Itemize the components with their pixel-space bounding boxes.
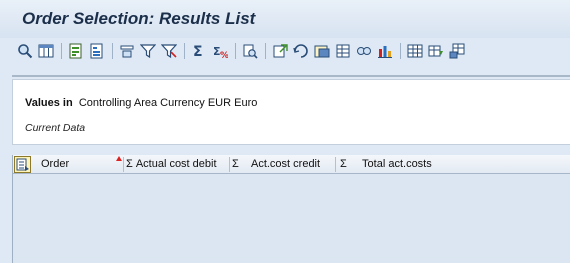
set-filter-icon[interactable]	[140, 43, 156, 59]
spreadsheet-icon[interactable]	[335, 43, 351, 59]
page-title: Order Selection: Results List	[22, 9, 256, 28]
delete-filter-icon[interactable]	[161, 43, 177, 59]
sigma-icon: Σ	[340, 158, 347, 170]
choose-layout-icon[interactable]	[407, 43, 423, 59]
sigma-icon: Σ	[126, 158, 133, 170]
sort-indicator-icon	[116, 156, 122, 161]
layout-icon[interactable]	[38, 43, 54, 59]
toolbar-separator	[61, 43, 62, 59]
sort-descending-icon[interactable]	[89, 43, 105, 59]
svg-text:%: %	[220, 51, 228, 59]
grid-body	[13, 175, 570, 263]
currency-info: Values in Controlling Area Currency EUR …	[25, 97, 257, 109]
currency-text: Controlling Area Currency EUR Euro	[78, 97, 258, 109]
word-processing-icon[interactable]	[314, 43, 330, 59]
send-icon[interactable]	[293, 43, 309, 59]
toolbar-separator	[235, 43, 236, 59]
list-header-info: Values in Controlling Area Currency EUR …	[12, 79, 570, 145]
results-grid: Order Σ Actual cost debit Σ Act.cost cred…	[12, 155, 570, 263]
column-label: Act.cost credit	[250, 158, 321, 170]
column-label: Total act.costs	[362, 158, 432, 170]
column-header-actual-cost-debit[interactable]: Σ Actual cost debit	[126, 155, 217, 174]
values-label: Values in	[25, 97, 73, 109]
toolbar-separator	[184, 43, 185, 59]
toolbar-separator	[265, 43, 266, 59]
toolbar-separator	[112, 43, 113, 59]
column-label: Order	[41, 158, 70, 170]
change-layout-icon[interactable]	[428, 43, 444, 59]
export-icon[interactable]	[272, 43, 288, 59]
select-all-icon[interactable]	[14, 156, 31, 173]
find-icon[interactable]	[119, 43, 135, 59]
save-layout-icon[interactable]	[449, 43, 465, 59]
column-separator[interactable]	[123, 157, 124, 172]
sort-ascending-icon[interactable]	[68, 43, 84, 59]
column-header-act-cost-credit[interactable]: Σ Act.cost credit	[232, 155, 320, 174]
column-header-order[interactable]: Order	[41, 155, 69, 174]
print-preview-icon[interactable]	[242, 43, 258, 59]
divider	[12, 75, 570, 77]
subtotal-icon[interactable]: Σ%	[212, 43, 228, 59]
grid-header: Order Σ Actual cost debit Σ Act.cost cred…	[13, 155, 570, 174]
column-separator[interactable]	[229, 157, 230, 172]
local-file-icon[interactable]	[356, 43, 372, 59]
total-icon[interactable]: Σ	[191, 43, 207, 59]
title-bar: Order Selection: Results List	[0, 0, 570, 38]
current-data-label: Current Data	[25, 122, 86, 134]
toolbar-separator	[400, 43, 401, 59]
column-header-total-act-costs[interactable]: Σ Total act.costs	[340, 155, 432, 174]
column-label: Actual cost debit	[135, 158, 217, 170]
svg-text:Σ: Σ	[193, 44, 203, 59]
column-separator[interactable]	[335, 157, 336, 172]
graphic-icon[interactable]	[377, 43, 393, 59]
sigma-icon: Σ	[232, 158, 239, 170]
details-icon[interactable]	[17, 43, 33, 59]
alv-toolbar: Σ Σ%	[0, 38, 570, 64]
